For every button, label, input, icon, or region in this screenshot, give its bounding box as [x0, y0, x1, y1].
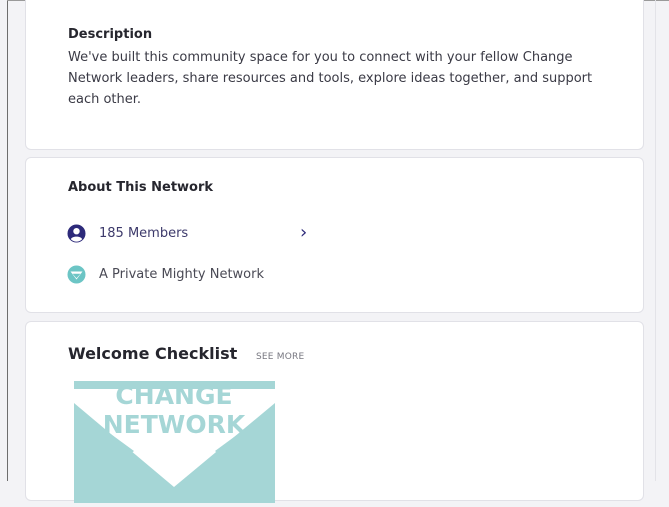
private-network-label: A Private Mighty Network	[99, 267, 265, 282]
chevron-right-icon: ›	[300, 222, 308, 243]
logo-line-2: NETWORK	[103, 410, 247, 439]
members-link[interactable]: 185 Members ›	[67, 224, 317, 243]
private-network-row: A Private Mighty Network	[67, 265, 264, 284]
about-network-card: About This Network 185 Members › A Priva…	[25, 157, 644, 313]
scroll-gutter	[655, 0, 656, 481]
description-text: We've built this community space for you…	[68, 50, 593, 107]
welcome-checklist-card: Welcome Checklist SEE MORE CHANGE NETWOR…	[25, 321, 644, 503]
about-title: About This Network	[68, 180, 214, 195]
checklist-title: Welcome Checklist	[68, 344, 238, 363]
change-network-logo[interactable]: CHANGE NETWORK	[74, 381, 275, 503]
window-border-left	[7, 0, 8, 481]
see-more-link[interactable]: SEE MORE	[256, 352, 304, 362]
user-circle-icon	[67, 224, 86, 243]
description-title: Description	[68, 27, 153, 42]
description-card: Description We've built this community s…	[25, 0, 644, 150]
logo-line-1: CHANGE	[115, 381, 232, 410]
members-count: 185 Members	[99, 226, 189, 241]
mighty-network-icon	[67, 265, 86, 284]
